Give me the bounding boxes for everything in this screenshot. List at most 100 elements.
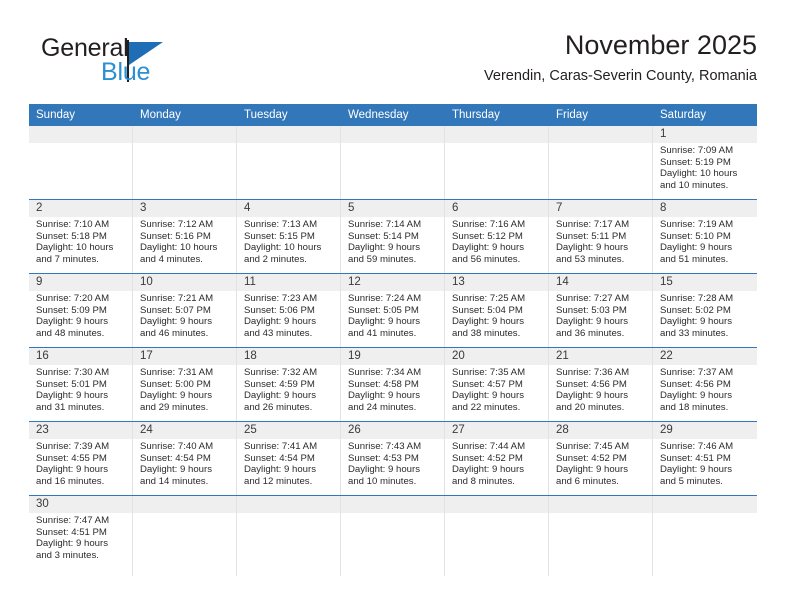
calendar-day-cell[interactable]: 18 Sunrise: 7:32 AM Sunset: 4:59 PM Dayligh…	[237, 348, 341, 421]
weekday-header-row: Sunday Monday Tuesday Wednesday Thursday…	[29, 104, 757, 126]
sunset-text: Sunset: 4:52 PM	[452, 452, 523, 464]
calendar-day-cell[interactable]: 17 Sunrise: 7:31 AM Sunset: 5:00 PM Dayligh…	[133, 348, 237, 421]
logo-text-blue: Blue	[101, 58, 151, 86]
day-number: 2	[36, 202, 43, 214]
calendar-day-cell[interactable]: 22 Sunrise: 7:37 AM Sunset: 4:56 PM Dayligh…	[653, 348, 757, 421]
calendar-day-cell[interactable]: 3 Sunrise: 7:12 AM Sunset: 5:16 PM Daylight…	[133, 200, 237, 273]
calendar-empty-cell	[237, 496, 341, 576]
day-details: Sunrise: 7:25 AM Sunset: 5:04 PM Daylight:…	[445, 291, 548, 339]
day-number: 30	[36, 498, 49, 510]
day-details: Sunrise: 7:46 AM Sunset: 4:51 PM Daylight:…	[653, 439, 757, 487]
sunrise-text: Sunrise: 7:40 AM	[140, 441, 214, 452]
calendar-day-cell[interactable]: 5 Sunrise: 7:14 AM Sunset: 5:14 PM Daylight…	[341, 200, 445, 273]
sunset-text: Sunset: 5:03 PM	[556, 304, 627, 316]
day-details: Sunrise: 7:10 AM Sunset: 5:18 PM Daylight:…	[29, 217, 132, 265]
daylight-text-line2: and 5 minutes.	[660, 475, 723, 487]
day-details: Sunrise: 7:12 AM Sunset: 5:16 PM Daylight:…	[133, 217, 236, 265]
daylight-text-line1: Daylight: 9 hours	[348, 316, 420, 328]
weekday-header-sunday: Sunday	[36, 109, 76, 121]
day-details: Sunrise: 7:28 AM Sunset: 5:02 PM Daylight:…	[653, 291, 757, 339]
daylight-text-line2: and 29 minutes.	[140, 401, 209, 413]
calendar-day-cell[interactable]: 12 Sunrise: 7:24 AM Sunset: 5:05 PM Dayligh…	[341, 274, 445, 347]
sunset-text: Sunset: 4:54 PM	[140, 452, 211, 464]
daylight-text-line2: and 31 minutes.	[36, 401, 105, 413]
calendar-day-cell[interactable]: 1 Sunrise: 7:09 AM Sunset: 5:19 PM Daylight…	[653, 126, 757, 199]
calendar-day-cell[interactable]: 14 Sunrise: 7:27 AM Sunset: 5:03 PM Dayligh…	[549, 274, 653, 347]
calendar-day-cell[interactable]: 7 Sunrise: 7:17 AM Sunset: 5:11 PM Daylight…	[549, 200, 653, 273]
day-details: Sunrise: 7:35 AM Sunset: 4:57 PM Daylight:…	[445, 365, 548, 413]
daylight-text-line2: and 56 minutes.	[452, 253, 521, 265]
sunrise-text: Sunrise: 7:35 AM	[452, 367, 526, 378]
sunset-text: Sunset: 4:51 PM	[660, 452, 731, 464]
daylight-text-line1: Daylight: 9 hours	[36, 464, 108, 476]
day-details	[341, 143, 444, 145]
calendar-day-cell[interactable]: 19 Sunrise: 7:34 AM Sunset: 4:58 PM Dayligh…	[341, 348, 445, 421]
daylight-text-line2: and 59 minutes.	[348, 253, 417, 265]
calendar-day-cell[interactable]: 9 Sunrise: 7:20 AM Sunset: 5:09 PM Daylight…	[29, 274, 133, 347]
calendar-day-cell[interactable]: 26 Sunrise: 7:43 AM Sunset: 4:53 PM Dayligh…	[341, 422, 445, 495]
calendar-day-cell[interactable]: 6 Sunrise: 7:16 AM Sunset: 5:12 PM Daylight…	[445, 200, 549, 273]
daylight-text-line1: Daylight: 9 hours	[452, 316, 524, 328]
calendar-day-cell[interactable]: 23 Sunrise: 7:39 AM Sunset: 4:55 PM Dayligh…	[29, 422, 133, 495]
calendar-day-cell[interactable]: 8 Sunrise: 7:19 AM Sunset: 5:10 PM Daylight…	[653, 200, 757, 273]
calendar-day-cell[interactable]: 29 Sunrise: 7:46 AM Sunset: 4:51 PM Dayligh…	[653, 422, 757, 495]
calendar-day-cell[interactable]: 2 Sunrise: 7:10 AM Sunset: 5:18 PM Daylight…	[29, 200, 133, 273]
calendar-day-cell[interactable]: 15 Sunrise: 7:28 AM Sunset: 5:02 PM Dayligh…	[653, 274, 757, 347]
daylight-text-line1: Daylight: 9 hours	[348, 464, 420, 476]
sunset-text: Sunset: 5:04 PM	[452, 304, 523, 316]
daylight-text-line2: and 22 minutes.	[452, 401, 521, 413]
weekday-header-friday: Friday	[556, 109, 588, 121]
calendar-week-host: 1 Sunrise: 7:09 AM Sunset: 5:19 PM Daylight…	[29, 126, 757, 576]
calendar-day-cell[interactable]: 30 Sunrise: 7:47 AM Sunset: 4:51 PM Dayligh…	[29, 496, 133, 576]
day-details: Sunrise: 7:31 AM Sunset: 5:00 PM Daylight:…	[133, 365, 236, 413]
day-details	[133, 513, 236, 515]
daylight-text-line2: and 53 minutes.	[556, 253, 625, 265]
day-number: 23	[36, 424, 49, 436]
day-details: Sunrise: 7:36 AM Sunset: 4:56 PM Daylight:…	[549, 365, 652, 413]
day-details: Sunrise: 7:09 AM Sunset: 5:19 PM Daylight:…	[653, 143, 757, 191]
sunset-text: Sunset: 4:57 PM	[452, 378, 523, 390]
day-number: 18	[244, 350, 257, 362]
sunset-text: Sunset: 5:07 PM	[140, 304, 211, 316]
daylight-text-line1: Daylight: 9 hours	[36, 316, 108, 328]
calendar-day-cell[interactable]: 21 Sunrise: 7:36 AM Sunset: 4:56 PM Dayligh…	[549, 348, 653, 421]
calendar-week-row: 30 Sunrise: 7:47 AM Sunset: 4:51 PM Dayligh…	[29, 495, 757, 576]
daylight-text-line1: Daylight: 10 hours	[660, 168, 738, 180]
daylight-text-line1: Daylight: 9 hours	[244, 316, 316, 328]
sunrise-text: Sunrise: 7:30 AM	[36, 367, 110, 378]
weekday-header-monday: Monday	[140, 109, 181, 121]
calendar-day-cell[interactable]: 27 Sunrise: 7:44 AM Sunset: 4:52 PM Dayligh…	[445, 422, 549, 495]
day-details	[445, 143, 548, 145]
calendar-day-cell[interactable]: 4 Sunrise: 7:13 AM Sunset: 5:15 PM Daylight…	[237, 200, 341, 273]
day-details	[133, 143, 236, 145]
calendar-day-cell[interactable]: 13 Sunrise: 7:25 AM Sunset: 5:04 PM Dayligh…	[445, 274, 549, 347]
daylight-text-line2: and 26 minutes.	[244, 401, 313, 413]
sunrise-text: Sunrise: 7:10 AM	[36, 219, 110, 230]
daylight-text-line1: Daylight: 9 hours	[556, 316, 628, 328]
calendar-day-cell[interactable]: 10 Sunrise: 7:21 AM Sunset: 5:07 PM Dayligh…	[133, 274, 237, 347]
day-details: Sunrise: 7:40 AM Sunset: 4:54 PM Daylight:…	[133, 439, 236, 487]
sunset-text: Sunset: 4:56 PM	[660, 378, 731, 390]
sunset-text: Sunset: 5:18 PM	[36, 230, 107, 242]
calendar-day-cell[interactable]: 11 Sunrise: 7:23 AM Sunset: 5:06 PM Dayligh…	[237, 274, 341, 347]
calendar-day-cell[interactable]: 25 Sunrise: 7:41 AM Sunset: 4:54 PM Dayligh…	[237, 422, 341, 495]
day-details: Sunrise: 7:24 AM Sunset: 5:05 PM Daylight:…	[341, 291, 444, 339]
sunrise-text: Sunrise: 7:47 AM	[36, 515, 110, 526]
calendar-day-cell[interactable]: 20 Sunrise: 7:35 AM Sunset: 4:57 PM Dayligh…	[445, 348, 549, 421]
calendar-day-cell[interactable]: 28 Sunrise: 7:45 AM Sunset: 4:52 PM Dayligh…	[549, 422, 653, 495]
calendar-day-cell[interactable]: 16 Sunrise: 7:30 AM Sunset: 5:01 PM Dayligh…	[29, 348, 133, 421]
daylight-text-line1: Daylight: 9 hours	[348, 242, 420, 254]
calendar-empty-cell	[341, 126, 445, 199]
day-number: 9	[36, 276, 43, 288]
calendar-day-cell[interactable]: 24 Sunrise: 7:40 AM Sunset: 4:54 PM Dayligh…	[133, 422, 237, 495]
general-blue-logo[interactable]: General Blue	[41, 34, 221, 90]
sunrise-text: Sunrise: 7:20 AM	[36, 293, 110, 304]
sunrise-text: Sunrise: 7:28 AM	[660, 293, 734, 304]
daylight-text-line1: Daylight: 9 hours	[556, 464, 628, 476]
daylight-text-line1: Daylight: 9 hours	[556, 242, 628, 254]
day-number: 20	[452, 350, 465, 362]
sunset-text: Sunset: 4:54 PM	[244, 452, 315, 464]
day-number: 5	[348, 202, 355, 214]
day-number: 25	[244, 424, 257, 436]
calendar-empty-cell	[445, 126, 549, 199]
